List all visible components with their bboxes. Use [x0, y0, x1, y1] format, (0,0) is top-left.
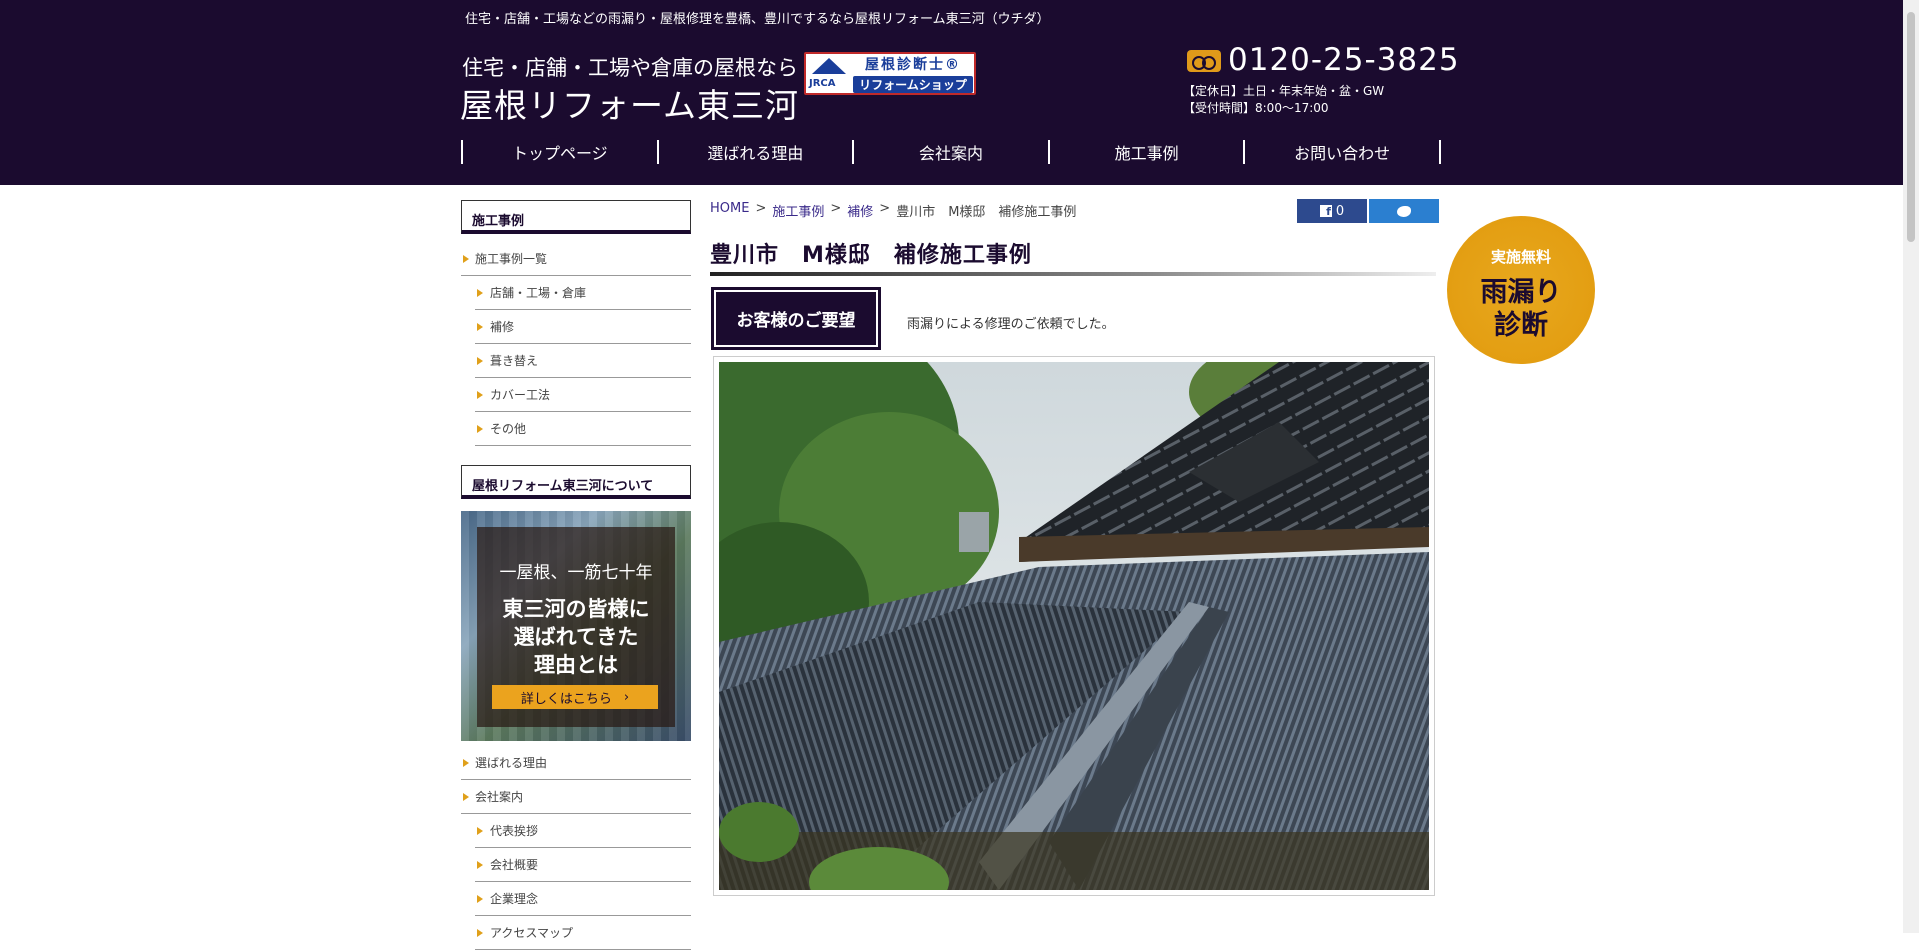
customer-request-label: お客様のご要望	[711, 287, 881, 350]
sidebar-link-label: 補修	[490, 320, 515, 334]
facebook-icon: f	[1319, 205, 1332, 217]
roof-photo	[659, 312, 1449, 917]
sidebar-link[interactable]: カバー工法	[475, 378, 691, 412]
sidebar-link-label: 会社案内	[475, 790, 524, 804]
breadcrumb-works[interactable]: 施工事例	[772, 201, 824, 220]
free-dial-icon	[1187, 50, 1221, 72]
nav-works[interactable]: 施工事例	[1047, 140, 1244, 164]
sidebar-link-label: 企業理念	[490, 892, 539, 906]
sidebar-link-label: カバー工法	[490, 388, 551, 402]
free-badge-line3: 診断	[1494, 310, 1548, 341]
banner-line2: 東三河の皆様に	[502, 596, 650, 621]
sidebar-link-label: 店舗・工場・倉庫	[490, 286, 587, 300]
jrca-logo-icon: JRCA	[806, 54, 852, 93]
sidebar-link[interactable]: 会社概要	[475, 848, 691, 882]
triangle-bullet-icon	[477, 827, 483, 835]
business-hours: 【受付時間】8:00〜17:00	[1183, 101, 1329, 115]
sidebar-link[interactable]: 会社案内	[461, 780, 691, 814]
banner-details-button[interactable]: 詳しくはこちら ›	[492, 685, 658, 709]
sidebar-link[interactable]: 企業理念	[475, 882, 691, 916]
brand-subtitle[interactable]: 住宅・店舗・工場や倉庫の屋根なら	[462, 52, 798, 82]
badge-line1: 屋根診断士®	[865, 57, 961, 73]
triangle-bullet-icon	[463, 759, 469, 767]
banner-line3: 選ばれてきた	[513, 624, 639, 649]
sidebar-link-label: 施工事例一覧	[475, 252, 548, 266]
triangle-bullet-icon	[463, 255, 469, 263]
twitter-share-button[interactable]	[1369, 199, 1439, 223]
page-title: 豊川市 M様邸 補修施工事例	[710, 243, 1032, 268]
free-badge-line1: 実施無料	[1490, 248, 1551, 266]
breadcrumb-current: 豊川市 M様邸 補修施工事例	[896, 205, 1077, 220]
triangle-bullet-icon	[477, 425, 483, 433]
triangle-bullet-icon	[477, 929, 483, 937]
sidebar-link-label: 代表挨拶	[490, 824, 539, 838]
triangle-bullet-icon	[477, 357, 483, 365]
closed-days: 【定休日】土日・年末年始・盆・GW	[1183, 84, 1385, 98]
title-underline	[710, 272, 1436, 276]
brand-logo[interactable]: 屋根リフォーム東三河	[460, 79, 799, 127]
global-nav: トップページ 選ばれる理由 会社案内 施工事例 お問い合わせ	[461, 140, 1441, 164]
triangle-bullet-icon	[463, 793, 469, 801]
breadcrumb-category[interactable]: 補修	[847, 201, 873, 220]
sidebar-about-heading: 屋根リフォーム東三河について	[461, 465, 691, 499]
sidebar-link[interactable]: 代表挨拶	[475, 814, 691, 848]
triangle-bullet-icon	[477, 323, 483, 331]
sidebar-link[interactable]: 施工事例一覧	[461, 242, 691, 276]
twitter-icon	[1397, 205, 1411, 217]
customer-request-text: 雨漏りによる修理のご依頼でした。	[907, 317, 1115, 332]
sidebar-link-label: 葺き替え	[490, 354, 539, 368]
page-scrollbar[interactable]	[1903, 0, 1919, 933]
reasons-banner[interactable]: 一屋根、一筋七十年 東三河の皆様に 選ばれてきた 理由とは 詳しくはこちら ›	[461, 511, 691, 741]
work-photo-frame	[659, 312, 1449, 917]
sidebar-works-heading: 施工事例	[461, 200, 691, 234]
badge-line2: リフォームショップ	[853, 76, 973, 93]
triangle-bullet-icon	[477, 391, 483, 399]
triangle-bullet-icon	[477, 861, 483, 869]
sidebar-link-label: 会社概要	[490, 858, 539, 872]
facebook-count: 0	[1335, 203, 1345, 219]
scrollbar-thumb[interactable]	[1907, 12, 1915, 242]
nav-company[interactable]: 会社案内	[852, 140, 1048, 164]
phone-number[interactable]: 0120-25-3825	[1228, 42, 1460, 78]
triangle-bullet-icon	[477, 289, 483, 297]
banner-line1: 一屋根、一筋七十年	[499, 563, 653, 583]
triangle-bullet-icon	[477, 895, 483, 903]
free-leak-diagnosis-badge[interactable]: 実施無料 雨漏り 診断	[1447, 216, 1595, 364]
chevron-right-icon: ›	[623, 689, 630, 705]
roof-inspector-badge: JRCA 屋根診断士® リフォームショップ	[804, 52, 976, 95]
nav-top[interactable]: トップページ	[461, 140, 657, 164]
breadcrumb: HOME > 施工事例 > 補修 > 豊川市 M様邸 補修施工事例	[710, 201, 1077, 220]
sidebar-link[interactable]: その他	[475, 412, 691, 446]
sidebar-link-label: その他	[490, 422, 527, 436]
facebook-share-button[interactable]: f 0	[1297, 199, 1367, 223]
breadcrumb-home[interactable]: HOME	[710, 201, 749, 220]
sidebar-link-label: 選ばれる理由	[475, 756, 548, 770]
nav-reasons[interactable]: 選ばれる理由	[656, 140, 853, 164]
sidebar-link[interactable]: 葺き替え	[475, 344, 691, 378]
header-tagline: 住宅・店舗・工場などの雨漏り・屋根修理を豊橋、豊川でするなら屋根リフォーム東三河…	[465, 12, 1050, 27]
sidebar-link[interactable]: アクセスマップ	[475, 916, 691, 950]
banner-line4: 理由とは	[534, 652, 618, 677]
share-buttons: f 0	[1297, 199, 1439, 223]
sidebar-link[interactable]: 店舗・工場・倉庫	[475, 276, 691, 310]
sidebar-link[interactable]: 補修	[475, 310, 691, 344]
nav-contact[interactable]: お問い合わせ	[1243, 140, 1441, 164]
site-header: 住宅・店舗・工場などの雨漏り・屋根修理を豊橋、豊川でするなら屋根リフォーム東三河…	[0, 0, 1903, 185]
sidebar-link[interactable]: 選ばれる理由	[461, 746, 691, 780]
